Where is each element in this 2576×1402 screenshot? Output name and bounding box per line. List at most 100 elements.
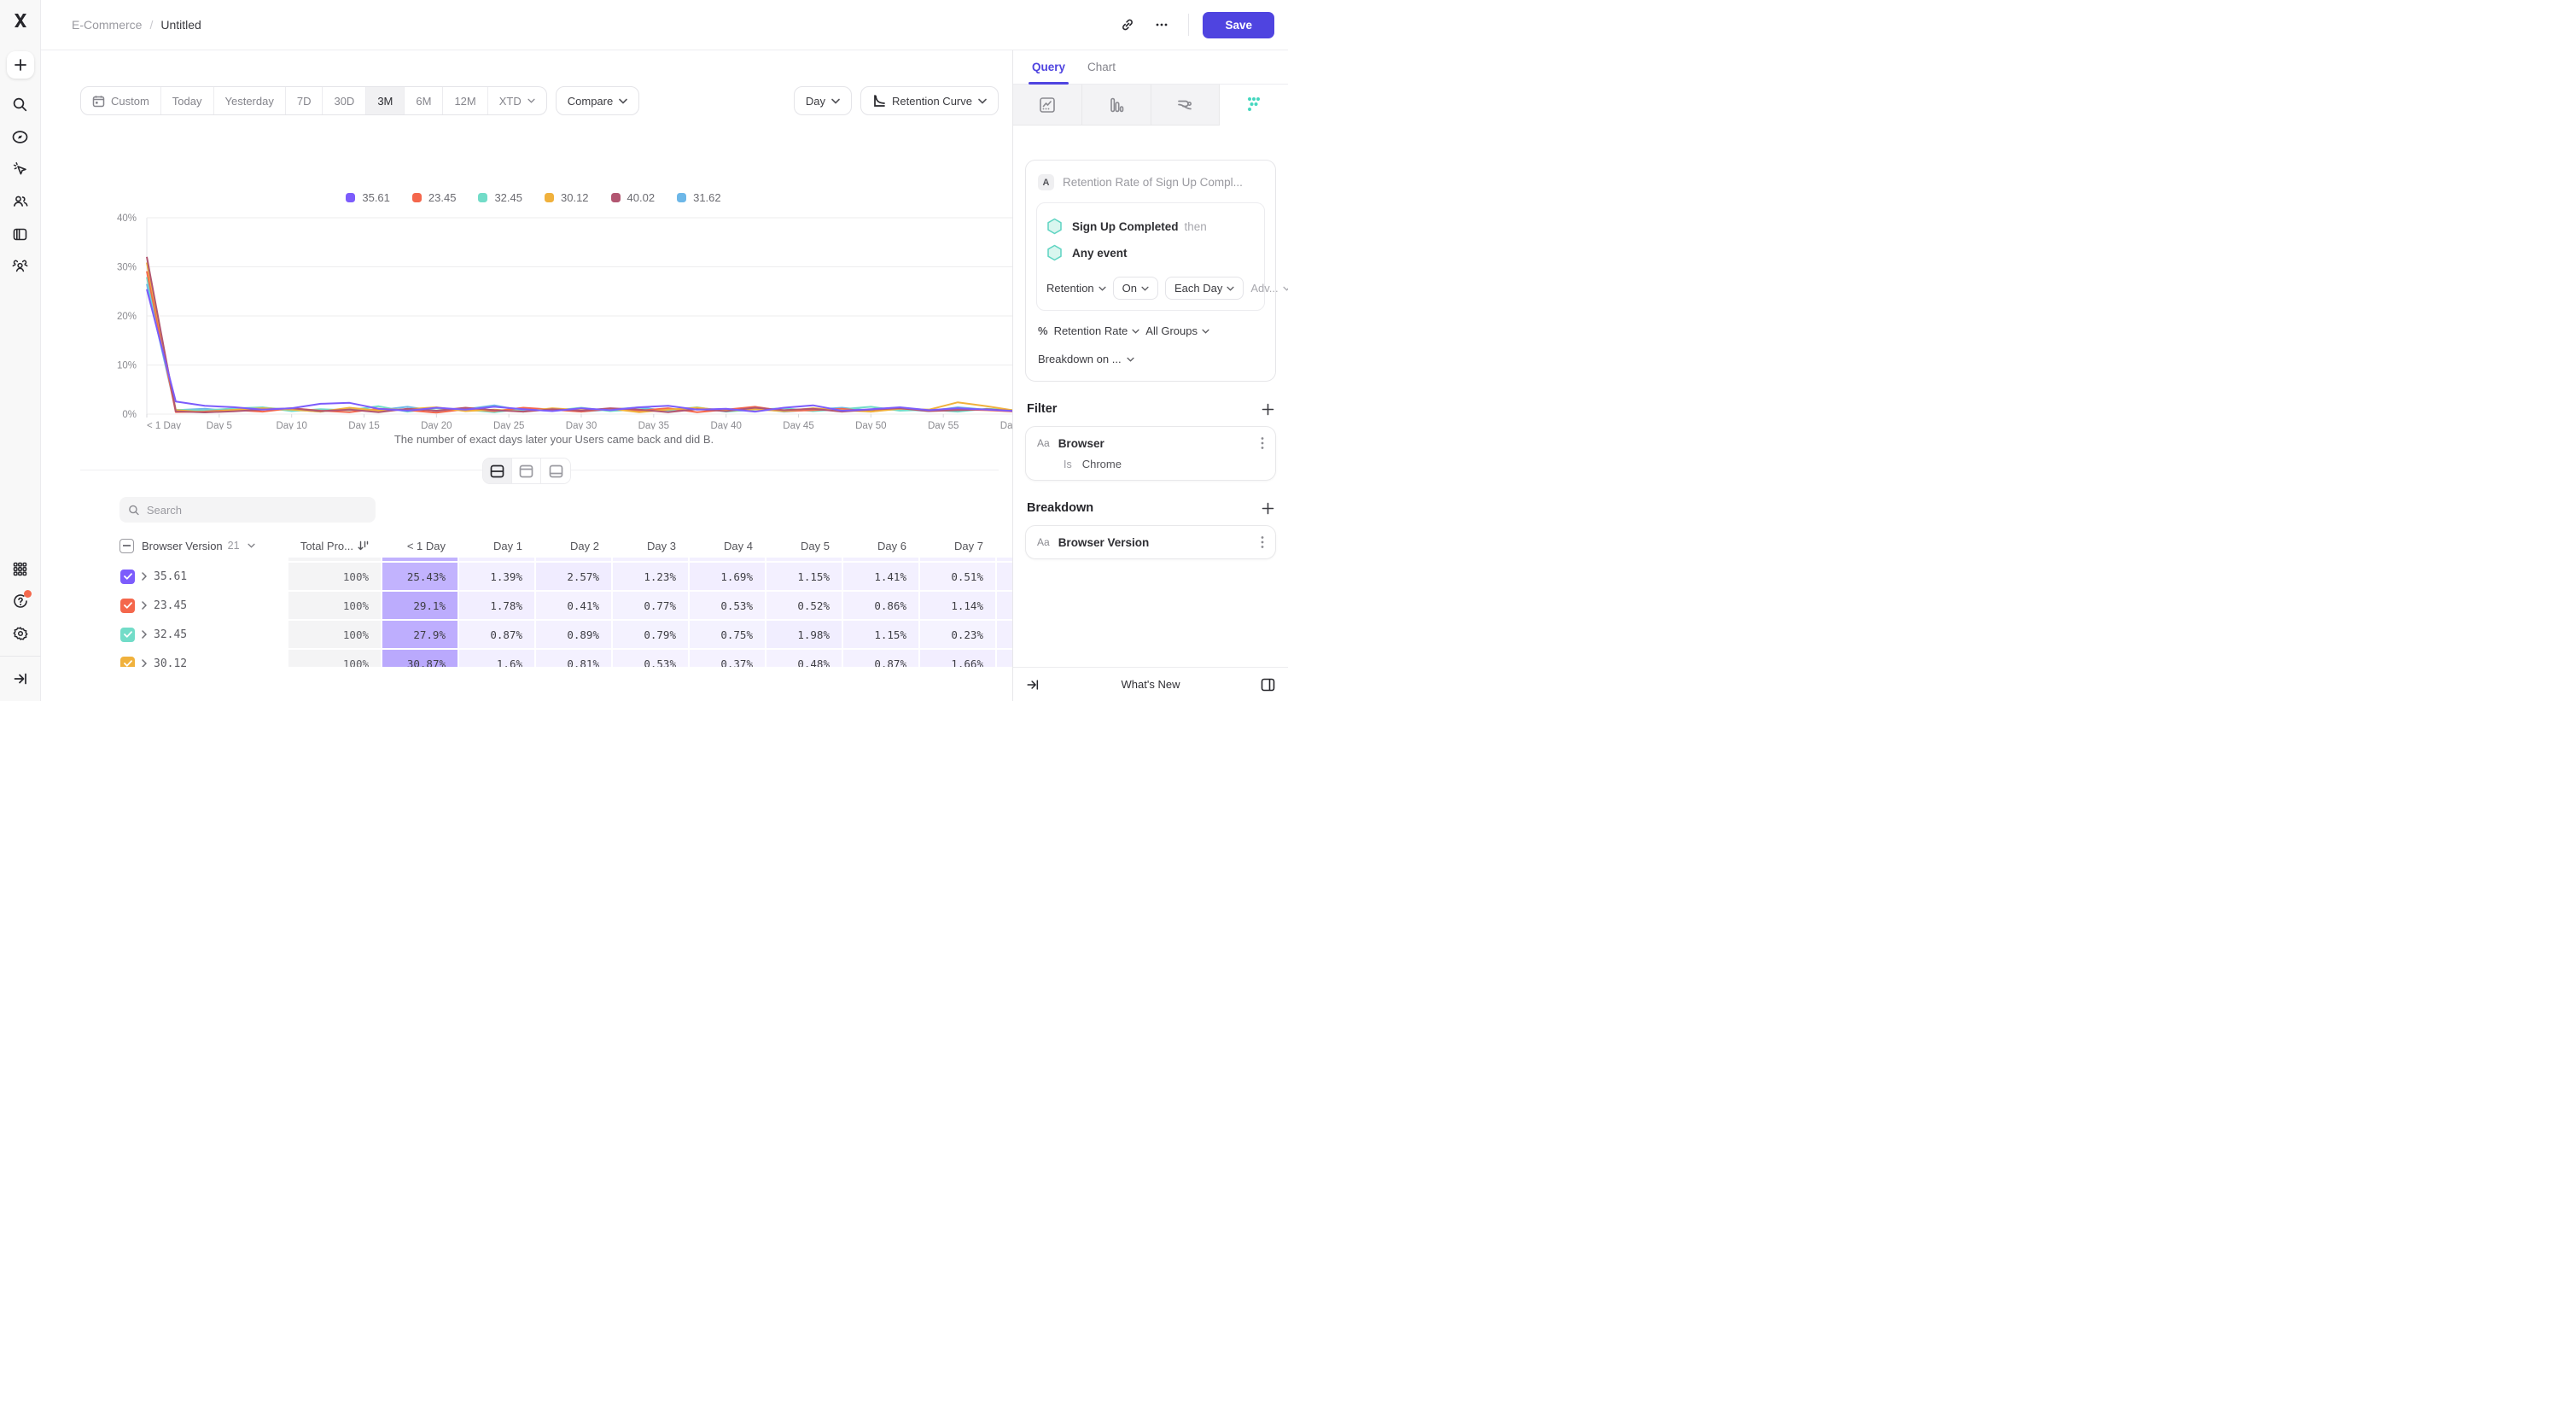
retention-type-dropdown[interactable]: Retention [1046, 282, 1106, 295]
mixpanel-logo-icon[interactable] [12, 12, 29, 29]
breadcrumb-title[interactable]: Untitled [160, 18, 201, 32]
chart-series-23.45[interactable] [147, 272, 1012, 413]
date-range-yesterday[interactable]: Yesterday [214, 87, 286, 114]
breakdown-card[interactable]: Aa Browser Version [1025, 525, 1276, 559]
expand-sidebar-icon[interactable] [7, 665, 34, 692]
value-cell[interactable]: 1.98% [765, 621, 842, 650]
expand-chevron-icon[interactable] [142, 630, 147, 639]
panel-tab-chart[interactable]: Chart [1087, 50, 1116, 84]
cohorts-icon[interactable] [7, 253, 34, 280]
value-cell[interactable]: 25.43% [381, 563, 458, 592]
legend-item[interactable]: 31.62 [677, 191, 721, 204]
value-cell[interactable]: 0.89% [534, 621, 611, 650]
day-column-header[interactable]: Day 1 [458, 540, 534, 552]
row-checkbox[interactable] [120, 570, 135, 584]
value-cell[interactable]: 0.87% [842, 650, 918, 667]
chart-view-toggle[interactable] [512, 459, 541, 483]
retention-report-tab[interactable] [1220, 85, 1288, 126]
total-column-label[interactable]: Total Pro... [300, 540, 353, 552]
chart-series-32.45[interactable] [147, 277, 1012, 412]
filter-property[interactable]: Browser [1058, 437, 1104, 450]
value-cell[interactable]: 1.69% [688, 563, 765, 592]
granularity-dropdown[interactable]: Day [794, 86, 852, 115]
event-a-row[interactable]: Sign Up Completed then [1046, 213, 1255, 240]
value-cell[interactable]: 1.14% [918, 592, 995, 621]
legend-item[interactable]: 23.45 [412, 191, 457, 204]
series-title[interactable]: Retention Rate of Sign Up Compl... [1063, 176, 1243, 189]
legend-item[interactable]: 32.45 [478, 191, 522, 204]
expand-chevron-icon[interactable] [142, 659, 147, 667]
event-b-row[interactable]: Any event [1046, 240, 1255, 266]
day-column-header[interactable]: Day 6 [842, 540, 918, 552]
filter-card[interactable]: Aa Browser Is Chrome [1025, 426, 1276, 481]
value-cell[interactable]: 0.75% [688, 621, 765, 650]
row-checkbox[interactable] [120, 599, 135, 613]
value-cell[interactable]: 0.87% [458, 621, 534, 650]
value-cell[interactable]: 0.52% [765, 592, 842, 621]
value-cell[interactable]: 1.15% [765, 563, 842, 592]
retention-on-dropdown[interactable]: On [1113, 277, 1158, 300]
add-breakdown-button[interactable] [1262, 502, 1274, 515]
day-column-header[interactable]: Day 3 [611, 540, 688, 552]
value-cell[interactable]: 0.81% [534, 650, 611, 667]
value-cell[interactable]: 0.77% [611, 592, 688, 621]
value-cell[interactable]: 0.53% [688, 592, 765, 621]
expand-chevron-icon[interactable] [142, 601, 147, 610]
events-cursor-icon[interactable] [7, 155, 34, 183]
panel-tab-query[interactable]: Query [1032, 50, 1065, 84]
legend-item[interactable]: 40.02 [611, 191, 656, 204]
advanced-dropdown[interactable]: Adv... [1250, 282, 1288, 295]
search-input[interactable] [147, 504, 367, 517]
users-icon[interactable] [7, 188, 34, 215]
day-column-header[interactable]: Day 4 [688, 540, 765, 552]
more-options-icon[interactable] [1149, 12, 1174, 38]
day-column-header[interactable]: Day 5 [765, 540, 842, 552]
day-column-header[interactable]: < 1 Day [381, 540, 458, 552]
row-checkbox[interactable] [120, 657, 135, 668]
filter-operator[interactable]: Is [1064, 459, 1072, 470]
date-range-7d[interactable]: 7D [286, 87, 323, 114]
breakdown-on-dropdown[interactable]: Breakdown on ... [1036, 351, 1265, 367]
save-button[interactable]: Save [1203, 12, 1274, 38]
value-cell[interactable]: 1.15% [842, 621, 918, 650]
help-icon[interactable] [7, 587, 34, 615]
expand-chevron-icon[interactable] [142, 572, 147, 581]
data-board-icon[interactable] [7, 220, 34, 248]
date-range-6m[interactable]: 6M [405, 87, 443, 114]
chart-series-30.12[interactable] [147, 263, 1012, 412]
value-cell[interactable]: 30.87% [381, 650, 458, 667]
legend-item[interactable]: 30.12 [545, 191, 589, 204]
value-cell[interactable]: 0.37% [688, 650, 765, 667]
compare-button[interactable]: Compare [556, 86, 639, 115]
metric-dropdown[interactable]: Retention Rate [1054, 324, 1140, 337]
breadcrumb-project[interactable]: E-Commerce [72, 18, 142, 32]
funnels-report-tab[interactable] [1082, 85, 1151, 126]
date-range-xtd[interactable]: XTD [488, 87, 546, 114]
value-cell[interactable]: 1.6% [458, 650, 534, 667]
value-cell[interactable]: 0.86% [842, 592, 918, 621]
boards-compass-icon[interactable] [7, 123, 34, 150]
panel-layout-icon[interactable] [1261, 678, 1275, 692]
value-cell[interactable]: 0.23% [918, 621, 995, 650]
value-cell[interactable]: 29.1% [381, 592, 458, 621]
split-view-toggle[interactable] [483, 459, 512, 483]
value-cell[interactable]: 27.9% [381, 621, 458, 650]
retention-chart[interactable]: 0%10%20%30%40%< 1 DayDay 5Day 10Day 15Da… [80, 209, 1012, 434]
day-column-header[interactable]: Day 2 [534, 540, 611, 552]
groups-dropdown[interactable]: All Groups [1145, 324, 1209, 337]
value-cell[interactable]: 0.41% [534, 592, 611, 621]
value-cell[interactable]: 1.41% [842, 563, 918, 592]
row-label[interactable]: 30.12 [154, 657, 187, 668]
date-range-3m[interactable]: 3M [366, 87, 405, 114]
breakdown-property[interactable]: Browser Version [1058, 536, 1150, 549]
apps-grid-icon[interactable] [7, 555, 34, 582]
date-range-30d[interactable]: 30D [323, 87, 366, 114]
value-cell[interactable]: 0.48% [765, 650, 842, 667]
value-cell[interactable]: 1.39% [458, 563, 534, 592]
row-label[interactable]: 23.45 [154, 599, 187, 612]
date-range-today[interactable]: Today [161, 87, 214, 114]
chart-series-31.62[interactable] [147, 284, 1012, 412]
row-label[interactable]: 35.61 [154, 570, 187, 583]
chart-type-dropdown[interactable]: Retention Curve [860, 86, 999, 115]
filter-value[interactable]: Chrome [1082, 458, 1122, 470]
